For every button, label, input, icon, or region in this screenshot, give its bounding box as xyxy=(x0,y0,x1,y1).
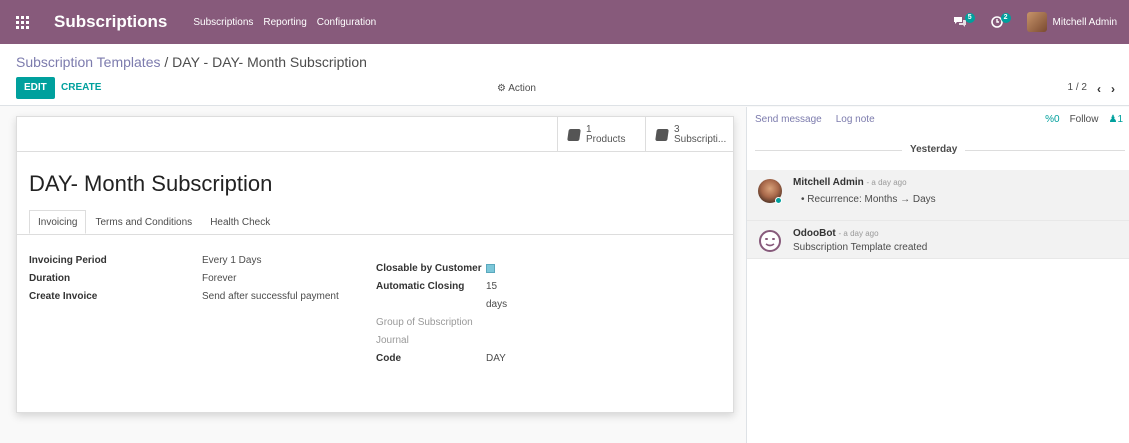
messaging-menu[interactable]: 5 xyxy=(953,13,977,28)
pager-value[interactable]: 1 / 2 xyxy=(1068,82,1087,96)
user-menu[interactable]: Mitchell Admin xyxy=(1026,12,1117,32)
message-date: - a day ago xyxy=(866,178,907,187)
tracking-new-value: Days xyxy=(912,194,936,205)
app-title[interactable]: Subscriptions xyxy=(54,12,167,32)
chevron-right-icon[interactable]: › xyxy=(1111,82,1115,96)
automatic-closing-value: 15 xyxy=(486,281,498,292)
top-navbar: Subscriptions Subscriptions Reporting Co… xyxy=(0,0,1129,44)
tab-health-check[interactable]: Health Check xyxy=(201,210,279,234)
day-separator: Yesterday xyxy=(902,144,966,155)
action-label: Action xyxy=(508,83,536,94)
button-box: 1 Products 3 Subscripti... xyxy=(17,117,733,152)
apps-menu-icon[interactable] xyxy=(0,0,44,44)
systray: 5 2 Mitchell Admin xyxy=(953,12,1129,32)
message-text: Subscription Template created xyxy=(793,242,928,253)
log-note-button[interactable]: Log note xyxy=(836,114,875,125)
closable-by-customer-checkbox[interactable] xyxy=(486,264,495,273)
edit-button[interactable]: EDIT xyxy=(16,77,55,99)
message-author[interactable]: Mitchell Admin xyxy=(793,177,864,188)
breadcrumb: Subscription Templates / DAY - DAY- Mont… xyxy=(16,54,367,70)
attachments-count: 0 xyxy=(1054,114,1060,125)
send-message-button[interactable]: Send message xyxy=(755,114,822,125)
chatter-message: Mitchell Admin - a day ago • Recurrence:… xyxy=(747,170,1129,221)
gear-icon: ⚙ xyxy=(497,83,506,94)
chatter-followers: %0 Follow ♟1 xyxy=(1045,114,1123,125)
user-avatar xyxy=(1026,12,1047,32)
automatic-closing-unit: days xyxy=(486,299,508,310)
automatic-closing-label: Automatic Closing xyxy=(376,281,465,292)
duration-value: Forever xyxy=(202,273,237,284)
group-of-subscription-label: Group of Subscription xyxy=(376,317,473,328)
record-title: DAY- Month Subscription xyxy=(29,171,273,196)
subscriptions-stat-text: 3 Subscripti... xyxy=(674,124,727,145)
action-dropdown[interactable]: ⚙ Action xyxy=(497,83,536,94)
control-panel: Subscription Templates / DAY - DAY- Mont… xyxy=(0,44,1129,106)
tracking-change: • Recurrence: Months → Days xyxy=(801,194,936,205)
products-smart-button[interactable]: 1 Products xyxy=(557,117,645,152)
message-date: - a day ago xyxy=(838,229,879,238)
message-body: Mitchell Admin - a day ago • Recurrence:… xyxy=(793,177,936,205)
form-view: 1 Products 3 Subscripti... DAY- Month Su… xyxy=(0,107,745,443)
closable-by-customer-label: Closable by Customer xyxy=(376,263,482,274)
message-body: OdooBot - a day ago Subscription Templat… xyxy=(793,228,927,253)
tracking-field: Recurrence: xyxy=(807,194,862,205)
duration-label: Duration xyxy=(29,273,71,284)
invoicing-period-label: Invoicing Period xyxy=(29,255,107,266)
menu-item-subscriptions[interactable]: Subscriptions xyxy=(193,17,253,28)
main-menu: Subscriptions Reporting Configuration xyxy=(193,17,376,28)
book-icon xyxy=(567,128,581,141)
form-sheet: 1 Products 3 Subscripti... DAY- Month Su… xyxy=(16,116,734,413)
subscriptions-smart-button[interactable]: 3 Subscripti... xyxy=(645,117,733,152)
code-value: DAY xyxy=(486,353,506,364)
followers-count: 1 xyxy=(1117,114,1123,125)
online-status-icon xyxy=(775,197,782,204)
chatter-panel: Send message Log note %0 Follow ♟1 Yeste… xyxy=(746,107,1129,443)
tab-invoicing[interactable]: Invoicing xyxy=(29,210,87,234)
chatter-topbar: Send message Log note xyxy=(755,114,875,125)
follow-button[interactable]: Follow xyxy=(1070,114,1099,125)
followers-button[interactable]: ♟1 xyxy=(1108,114,1123,125)
breadcrumb-separator: / xyxy=(160,54,173,70)
book-icon xyxy=(655,128,669,141)
menu-item-configuration[interactable]: Configuration xyxy=(317,17,376,28)
menu-item-reporting[interactable]: Reporting xyxy=(263,17,306,28)
invoicing-period-value: Every 1 Days xyxy=(202,255,262,266)
journal-label: Journal xyxy=(376,335,409,346)
odoobot-avatar[interactable] xyxy=(758,229,782,253)
arrow-right-icon: → xyxy=(900,194,911,205)
breadcrumb-parent-link[interactable]: Subscription Templates xyxy=(16,54,160,70)
activities-count-badge: 2 xyxy=(1000,13,1011,23)
tracking-old-value: Months xyxy=(864,194,898,205)
subscriptions-label: Subscripti... xyxy=(674,133,727,145)
user-name: Mitchell Admin xyxy=(1052,16,1117,28)
create-button[interactable]: CREATE xyxy=(61,77,101,99)
chevron-left-icon[interactable]: ‹ xyxy=(1097,82,1101,96)
products-stat-text: 1 Products xyxy=(586,124,626,145)
create-invoice-value: Send after successful payment xyxy=(202,291,339,302)
messages-count-badge: 5 xyxy=(964,13,975,23)
create-invoice-label: Create Invoice xyxy=(29,291,98,302)
notebook-tabs: Invoicing Terms and Conditions Health Ch… xyxy=(29,210,279,234)
paperclip-icon: % xyxy=(1045,114,1054,125)
chatter-message: OdooBot - a day ago Subscription Templat… xyxy=(747,221,1129,259)
attachments-button[interactable]: %0 xyxy=(1045,114,1059,125)
products-label: Products xyxy=(586,133,626,145)
breadcrumb-current: DAY - DAY- Month Subscription xyxy=(172,54,367,70)
tab-terms-and-conditions[interactable]: Terms and Conditions xyxy=(86,210,201,234)
activity-menu[interactable]: 2 xyxy=(990,13,1013,28)
code-label: Code xyxy=(376,353,401,364)
message-author[interactable]: OdooBot xyxy=(793,228,836,239)
pager: 1 / 2 ‹ › xyxy=(1068,82,1115,96)
